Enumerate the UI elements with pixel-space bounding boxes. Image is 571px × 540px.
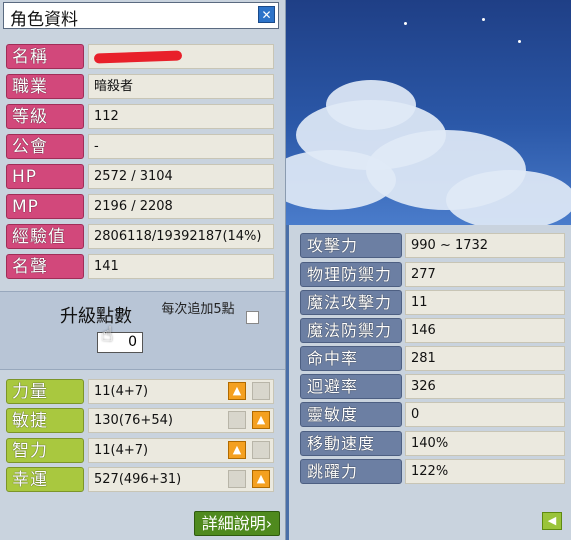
info-value: 暗殺者 — [88, 74, 274, 99]
int-up-arrow-icon[interactable]: ▲ — [228, 441, 246, 459]
info-label: 名聲 — [6, 254, 84, 279]
detail-row-accuracy: 命中率 281 — [300, 346, 565, 371]
detail-label: 移動速度 — [300, 431, 402, 456]
detail-label: 迴避率 — [300, 374, 402, 399]
each-add-checkbox[interactable] — [246, 311, 259, 324]
window-title: 角色資料 — [10, 10, 78, 30]
info-row-name: 名稱 — [6, 44, 274, 69]
stat-label: 力量 — [6, 379, 84, 404]
collapse-arrow-icon[interactable]: ◀ — [542, 512, 562, 530]
luk-empty-slot — [228, 470, 246, 488]
detail-row-attack: 攻擊力 990 ~ 1732 — [300, 233, 565, 258]
stat-label: 敏捷 — [6, 408, 84, 433]
detail-row-speed: 移動速度 140% — [300, 431, 565, 456]
detail-row-pdef: 物理防禦力 277 — [300, 262, 565, 287]
detail-row-mdef: 魔法防禦力 146 — [300, 318, 565, 343]
ability-points-area: 升級點數 — [0, 291, 285, 370]
character-info-panel: 角色資料 ✕ 名稱 職業 暗殺者 等級 112 公會 - HP 2572 / 3… — [0, 0, 286, 540]
info-row-fame: 名聲 141 — [6, 254, 274, 279]
chevron-right-icon: › — [265, 514, 273, 533]
stat-value: 527(496+31) — [88, 467, 274, 492]
stat-label: 智力 — [6, 438, 84, 463]
stat-value: 11(4+7) — [88, 438, 274, 463]
each-add-label: 每次追加5點 — [161, 302, 235, 317]
info-row-level: 等級 112 — [6, 104, 274, 129]
detail-row-hands: 靈敏度 0 — [300, 402, 565, 427]
stat-value: 130(76+54) — [88, 408, 274, 433]
str-empty-slot — [252, 382, 270, 400]
info-value: 112 — [88, 104, 274, 129]
detail-row-jump: 跳躍力 122% — [300, 459, 565, 484]
detail-label: 物理防禦力 — [300, 262, 402, 287]
info-row-guild: 公會 - — [6, 134, 274, 159]
detail-value: 11 — [405, 290, 565, 315]
detail-value: 277 — [405, 262, 565, 287]
detail-stats-panel: 攻擊力 990 ~ 1732 物理防禦力 277 魔法攻擊力 11 魔法防禦力 … — [289, 225, 571, 540]
close-icon[interactable]: ✕ — [258, 6, 275, 23]
int-empty-slot — [252, 441, 270, 459]
title-bar[interactable]: 角色資料 ✕ — [3, 2, 279, 30]
dex-up-arrow-icon[interactable]: ▲ — [252, 411, 270, 429]
detail-label: 跳躍力 — [300, 459, 402, 484]
info-row-hp: HP 2572 / 3104 — [6, 164, 274, 189]
detail-row-avoid: 迴避率 326 — [300, 374, 565, 399]
detail-value: 146 — [405, 318, 565, 343]
info-value-name — [88, 44, 274, 69]
detail-label: 魔法攻擊力 — [300, 290, 402, 315]
detail-button[interactable]: 詳細說明› — [194, 511, 280, 536]
sky-background — [286, 0, 571, 225]
detail-value: 140% — [405, 431, 565, 456]
info-value: 2572 / 3104 — [88, 164, 274, 189]
info-label: 經驗值 — [6, 224, 84, 249]
dex-empty-slot — [228, 411, 246, 429]
detail-button-label: 詳細說明 — [201, 514, 266, 533]
info-value: 141 — [88, 254, 274, 279]
info-label: 等級 — [6, 104, 84, 129]
info-row-job: 職業 暗殺者 — [6, 74, 274, 99]
info-value: 2806118/19392187(14%) — [88, 224, 274, 249]
cloud — [326, 80, 416, 130]
detail-value: 122% — [405, 459, 565, 484]
info-row-mp: MP 2196 / 2208 — [6, 194, 274, 219]
detail-row-matk: 魔法攻擊力 11 — [300, 290, 565, 315]
detail-value: 0 — [405, 402, 565, 427]
info-label: MP — [6, 194, 84, 219]
info-label: 職業 — [6, 74, 84, 99]
detail-label: 命中率 — [300, 346, 402, 371]
detail-value: 990 ~ 1732 — [405, 233, 565, 258]
hand-cursor-icon: ☝ — [101, 322, 114, 346]
redaction-mark — [93, 50, 183, 64]
detail-value: 281 — [405, 346, 565, 371]
info-value: - — [88, 134, 274, 159]
star-icon — [482, 18, 485, 21]
info-row-exp: 經驗值 2806118/19392187(14%) — [6, 224, 274, 249]
luk-up-arrow-icon[interactable]: ▲ — [252, 470, 270, 488]
cloud — [446, 170, 571, 225]
detail-label: 魔法防禦力 — [300, 318, 402, 343]
info-value: 2196 / 2208 — [88, 194, 274, 219]
star-icon — [404, 22, 407, 25]
detail-value: 326 — [405, 374, 565, 399]
detail-label: 靈敏度 — [300, 402, 402, 427]
ap-label: 升級點數 — [60, 306, 132, 327]
stat-label: 幸運 — [6, 467, 84, 492]
info-label: 公會 — [6, 134, 84, 159]
info-label: HP — [6, 164, 84, 189]
str-up-arrow-icon[interactable]: ▲ — [228, 382, 246, 400]
star-icon — [518, 40, 521, 43]
stat-value: 11(4+7) — [88, 379, 274, 404]
info-label: 名稱 — [6, 44, 84, 69]
detail-label: 攻擊力 — [300, 233, 402, 258]
